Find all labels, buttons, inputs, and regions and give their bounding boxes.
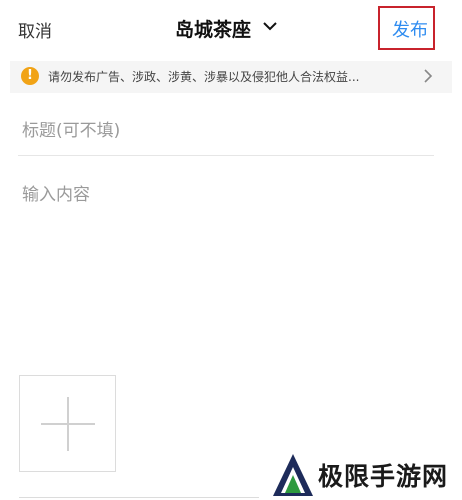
notice-text: 请勿发布广告、涉政、涉黄、涉暴以及侵犯他人合法权益...: [48, 70, 360, 84]
publish-button[interactable]: 发布: [392, 16, 428, 42]
subject-input[interactable]: 标题(可不填): [22, 116, 120, 141]
watermark-text: 极限手游网: [318, 462, 449, 491]
plus-icon: [41, 397, 95, 451]
add-image-button[interactable]: [19, 375, 116, 472]
top-bar: 取消 岛城茶座 发布: [0, 0, 462, 58]
logo-icon: [273, 454, 313, 496]
watermark: 极限手游网: [272, 452, 460, 498]
cancel-button[interactable]: 取消: [18, 17, 52, 42]
chevron-right-icon: [424, 69, 433, 83]
warning-icon: !: [21, 67, 39, 85]
content-input[interactable]: 输入内容: [22, 180, 90, 205]
notice-banner[interactable]: ! 请勿发布广告、涉政、涉黄、涉暴以及侵犯他人合法权益...: [10, 61, 452, 93]
chevron-down-icon[interactable]: [263, 19, 277, 33]
divider: [18, 155, 434, 156]
forum-title[interactable]: 岛城茶座: [175, 15, 251, 42]
divider: [19, 497, 259, 498]
